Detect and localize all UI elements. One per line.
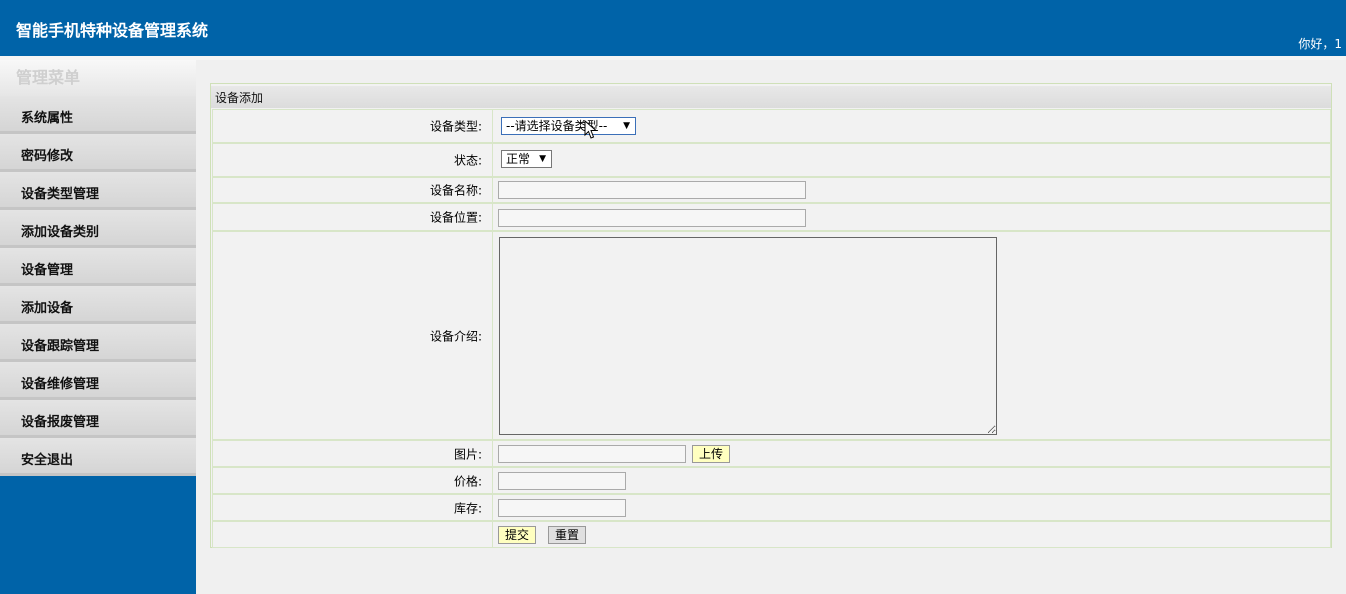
device-type-select[interactable]: --请选择设备类型-- ▼: [501, 117, 636, 135]
sidebar-menu: 系统属性 密码修改 设备类型管理 添加设备类别 设备管理 添加设备 设备跟踪管理…: [0, 96, 196, 476]
device-location-input[interactable]: [498, 209, 806, 227]
form-label-cell: 设备名称:: [213, 178, 493, 202]
form-row-stock: 库存:: [212, 494, 1331, 521]
form-label-cell: 状态:: [213, 144, 493, 176]
form-label-cell: 设备类型:: [213, 110, 493, 142]
chevron-down-icon: ▼: [623, 121, 630, 131]
device-name-label: 设备名称:: [429, 183, 482, 198]
sidebar: 管理菜单 系统属性 密码修改 设备类型管理 添加设备类别 设备管理 添加设备 设…: [0, 60, 196, 594]
menu-title: 管理菜单: [16, 68, 81, 87]
sidebar-item-label: 安全退出: [21, 453, 74, 468]
sidebar-item-label: 设备报废管理: [21, 415, 100, 430]
sidebar-item-logout[interactable]: 安全退出: [0, 438, 196, 476]
sidebar-item-device-tracking[interactable]: 设备跟踪管理: [0, 324, 196, 362]
stock-input[interactable]: [498, 499, 626, 517]
sidebar-item-label: 系统属性: [21, 111, 74, 126]
sidebar-item-device-repair[interactable]: 设备维修管理: [0, 362, 196, 400]
app-header: 智能手机特种设备管理系统 你好，1: [0, 0, 1346, 56]
panel-title-bar: 设备添加: [211, 86, 1331, 108]
form-label-cell: 价格:: [213, 468, 493, 493]
device-intro-textarea[interactable]: [499, 237, 997, 435]
form-row-device-type: 设备类型: --请选择设备类型-- ▼: [212, 109, 1331, 143]
form-row-status: 状态: 正常 ▼: [212, 143, 1331, 177]
sidebar-item-add-device-category[interactable]: 添加设备类别: [0, 210, 196, 248]
form-row-device-name: 设备名称:: [212, 177, 1331, 203]
submit-button[interactable]: 提交: [498, 526, 536, 544]
form-row-actions: 提交 重置: [212, 521, 1331, 548]
form-row-price: 价格:: [212, 467, 1331, 494]
device-intro-label: 设备介绍:: [429, 329, 482, 343]
form-row-image: 图片: 上传: [212, 440, 1331, 467]
device-location-label: 设备位置:: [429, 210, 482, 225]
image-label: 图片:: [453, 447, 482, 461]
sidebar-item-add-device[interactable]: 添加设备: [0, 286, 196, 324]
sidebar-item-device-management[interactable]: 设备管理: [0, 248, 196, 286]
form-label-cell: [213, 522, 493, 547]
form-label-cell: 图片:: [213, 441, 493, 466]
sidebar-item-label: 设备跟踪管理: [21, 339, 100, 354]
menu-title-bar: 管理菜单: [0, 60, 196, 96]
device-name-input[interactable]: [498, 181, 806, 199]
mouse-pointer-icon: [584, 120, 598, 139]
sidebar-item-system-properties[interactable]: 系统属性: [0, 96, 196, 134]
form-label-cell: 设备介绍:: [213, 232, 493, 439]
chevron-down-icon: ▼: [539, 154, 546, 164]
price-label: 价格:: [453, 474, 482, 488]
status-select[interactable]: 正常 ▼: [501, 150, 552, 168]
header-divider: [0, 56, 1346, 60]
status-label: 状态:: [453, 153, 482, 168]
form-row-device-location: 设备位置:: [212, 203, 1331, 231]
device-type-label: 设备类型:: [429, 119, 482, 134]
form-label-cell: 设备位置:: [213, 204, 493, 230]
image-path-input[interactable]: [498, 445, 686, 463]
upload-button[interactable]: 上传: [692, 445, 730, 463]
form-label-cell: 库存:: [213, 495, 493, 520]
reset-button[interactable]: 重置: [548, 526, 586, 544]
panel-title: 设备添加: [215, 91, 264, 105]
sidebar-item-device-scrap[interactable]: 设备报废管理: [0, 400, 196, 438]
form-row-device-intro: 设备介绍:: [212, 231, 1331, 440]
app-title: 智能手机特种设备管理系统: [16, 21, 209, 40]
sidebar-item-label: 设备类型管理: [21, 187, 100, 202]
sidebar-item-label: 设备维修管理: [21, 377, 100, 392]
sidebar-item-label: 密码修改: [21, 149, 74, 164]
device-add-panel: 设备添加 设备类型: --请选择设备类型-- ▼ 状态: 正常 ▼ 设备名称: …: [210, 83, 1332, 548]
sidebar-item-label: 添加设备: [21, 301, 74, 316]
sidebar-item-label: 设备管理: [21, 263, 74, 278]
sidebar-item-device-type-management[interactable]: 设备类型管理: [0, 172, 196, 210]
status-selected-value: 正常: [506, 152, 531, 166]
sidebar-item-label: 添加设备类别: [21, 225, 100, 240]
stock-label: 库存:: [453, 501, 482, 515]
sidebar-item-change-password[interactable]: 密码修改: [0, 134, 196, 172]
user-greeting: 你好，1: [1298, 37, 1342, 51]
price-input[interactable]: [498, 472, 626, 490]
